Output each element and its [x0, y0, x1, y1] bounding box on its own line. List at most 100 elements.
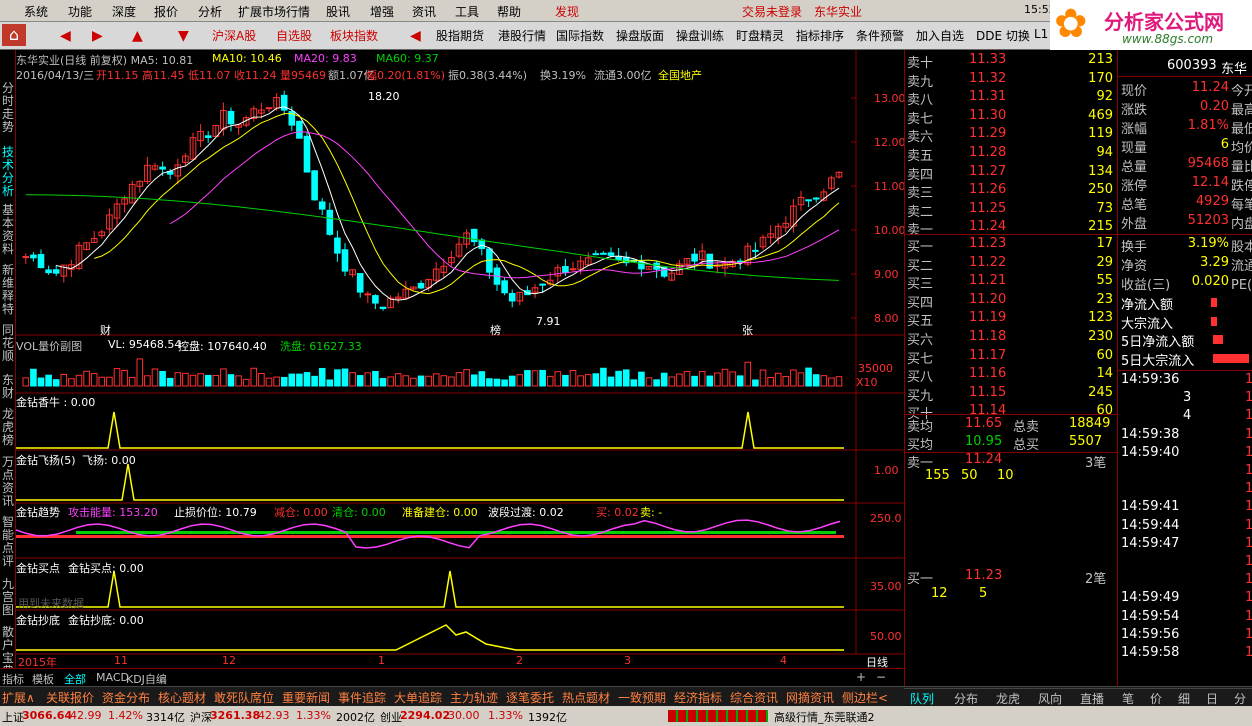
sell-vol: 215: [1088, 219, 1113, 235]
left-nav-item[interactable]: 东财: [1, 374, 15, 400]
volume-bar: [280, 376, 288, 387]
menu-item[interactable]: 深度: [112, 3, 136, 20]
toolbar-button[interactable]: 沪深A股: [212, 27, 256, 44]
candle: [364, 293, 372, 296]
indicator-tab[interactable]: 模板: [32, 671, 54, 687]
function-tab[interactable]: 热点题材: [562, 689, 610, 706]
total-buy-vol: 5507: [1069, 434, 1103, 449]
tick-time: 14:59:40: [1121, 444, 1180, 460]
indicator-tab[interactable]: 全部: [64, 671, 86, 687]
right-tab[interactable]: 价: [1150, 690, 1162, 707]
left-nav-item[interactable]: 技术分析: [1, 146, 15, 198]
right-tab[interactable]: 分布: [954, 690, 978, 707]
function-tab[interactable]: 事件追踪: [338, 689, 386, 706]
volume-bar: [524, 370, 531, 387]
indicator-tab[interactable]: 指标: [2, 671, 24, 687]
minus-icon[interactable]: −: [876, 670, 886, 684]
left-nav-item[interactable]: 分时走势: [1, 82, 15, 134]
function-tab[interactable]: 主力轨迹: [450, 689, 498, 706]
stat2-label: 净资: [1121, 259, 1148, 274]
left-nav-item[interactable]: 基本资料: [1, 204, 15, 256]
toolbar-button[interactable]: 港股行情: [498, 27, 546, 44]
stock-short-name: 东华: [1221, 62, 1248, 77]
toolbar-button[interactable]: 板块指数: [330, 27, 378, 44]
left-nav-item[interactable]: 智能点评: [1, 516, 15, 568]
volume-bar: [577, 375, 584, 387]
menu-item[interactable]: 增强: [370, 3, 394, 20]
menu-item[interactable]: 系统: [24, 3, 48, 20]
toolbar-button[interactable]: 自选股: [276, 27, 312, 44]
toolbar-button[interactable]: 加入自选: [916, 27, 964, 44]
toolbar-button[interactable]: 条件预警: [856, 27, 904, 44]
back-arrow-icon[interactable]: ◀: [60, 28, 71, 44]
menu-item[interactable]: 股讯: [326, 3, 350, 20]
function-tab[interactable]: 关联报价: [46, 689, 94, 706]
function-tab[interactable]: 综合资讯: [730, 689, 778, 706]
flow-label: 5日大宗流入: [1121, 353, 1195, 369]
volume-bar: [159, 371, 166, 387]
ind2-axis: 1.00: [874, 464, 899, 477]
toolbar-button[interactable]: 股指期货: [436, 27, 484, 44]
toolbar-button[interactable]: 操盘版面: [616, 27, 664, 44]
forward-arrow-icon[interactable]: ▶: [92, 28, 103, 44]
menu-item[interactable]: 发现: [555, 3, 579, 20]
menu-item[interactable]: 功能: [68, 3, 92, 20]
function-tab[interactable]: 扩展∧: [2, 689, 35, 706]
home-icon[interactable]: ⌂: [2, 24, 26, 46]
ma20-label: MA20: 9.83: [294, 52, 357, 65]
toolbar-button[interactable]: 国际指数: [556, 27, 604, 44]
toolbar-button[interactable]: DDE 切换: [976, 27, 1030, 44]
right-tab[interactable]: 龙虎: [996, 690, 1020, 707]
function-tab[interactable]: 核心题材: [158, 689, 206, 706]
function-tab[interactable]: 一致预期: [618, 689, 666, 706]
volume-bar: [227, 374, 235, 387]
menu-item[interactable]: 分析: [198, 3, 222, 20]
indicator-tab[interactable]: MACD: [96, 671, 129, 684]
function-tab[interactable]: 资金分布: [102, 689, 150, 706]
indicator-tab[interactable]: KDJ自编: [126, 671, 167, 687]
function-tab[interactable]: 大单追踪: [394, 689, 442, 706]
right-tab[interactable]: 日: [1206, 690, 1218, 707]
left-small-arrow-icon[interactable]: ◀: [410, 28, 421, 44]
volume-bar: [37, 377, 45, 387]
function-tab[interactable]: 侧边栏<: [842, 689, 888, 706]
volume-bar: [820, 375, 828, 387]
menu-item[interactable]: 帮助: [497, 3, 521, 20]
up-arrow-icon[interactable]: ▲: [132, 28, 143, 44]
function-tab[interactable]: 网摘资讯: [786, 689, 834, 706]
function-tab[interactable]: 逐笔委托: [506, 689, 554, 706]
right-tab[interactable]: 直播: [1080, 690, 1104, 707]
toolbar-button[interactable]: 指标排序: [796, 27, 844, 44]
left-nav-item[interactable]: 九宫图: [1, 578, 15, 617]
right-tab[interactable]: 风向: [1038, 690, 1062, 707]
down-arrow-icon[interactable]: ▼: [178, 28, 189, 44]
buy-vol: 55: [1096, 273, 1113, 289]
right-tab[interactable]: 细: [1178, 690, 1190, 707]
trade-status[interactable]: 交易未登录: [742, 3, 802, 20]
plus-icon[interactable]: +: [856, 670, 866, 684]
toolbar-button[interactable]: L1: [1034, 27, 1048, 41]
right-tab[interactable]: 分: [1234, 690, 1246, 707]
menu-item[interactable]: 资讯: [412, 3, 436, 20]
kline-svg[interactable]: [16, 50, 904, 668]
menu-item[interactable]: 工具: [455, 3, 479, 20]
function-tab[interactable]: 重要新闻: [282, 689, 330, 706]
candle: [45, 269, 52, 274]
toolbar-button[interactable]: 操盘训练: [676, 27, 724, 44]
menu-item[interactable]: 扩展市场行情: [238, 3, 310, 20]
ind3-h: 卖: -: [640, 506, 663, 519]
right-tab[interactable]: 笔: [1122, 690, 1134, 707]
volume-bar: [250, 367, 258, 387]
left-nav-item[interactable]: 万点资讯: [1, 456, 15, 508]
left-nav-item[interactable]: 新维释特: [1, 264, 15, 316]
right-tab[interactable]: 队列: [910, 690, 934, 707]
volume-bar: [303, 372, 311, 387]
left-nav-item[interactable]: 龙虎榜: [1, 408, 15, 447]
function-tab[interactable]: 敢死队席位: [214, 689, 274, 706]
menu-item[interactable]: 报价: [154, 3, 178, 20]
function-tab[interactable]: 经济指标: [674, 689, 722, 706]
tick-price: 11.2: [1245, 590, 1252, 606]
toolbar-button[interactable]: 盯盘精灵: [736, 27, 784, 44]
left-nav-item[interactable]: 同花顺: [1, 324, 15, 363]
queue2-price: 11.23: [965, 568, 1003, 583]
